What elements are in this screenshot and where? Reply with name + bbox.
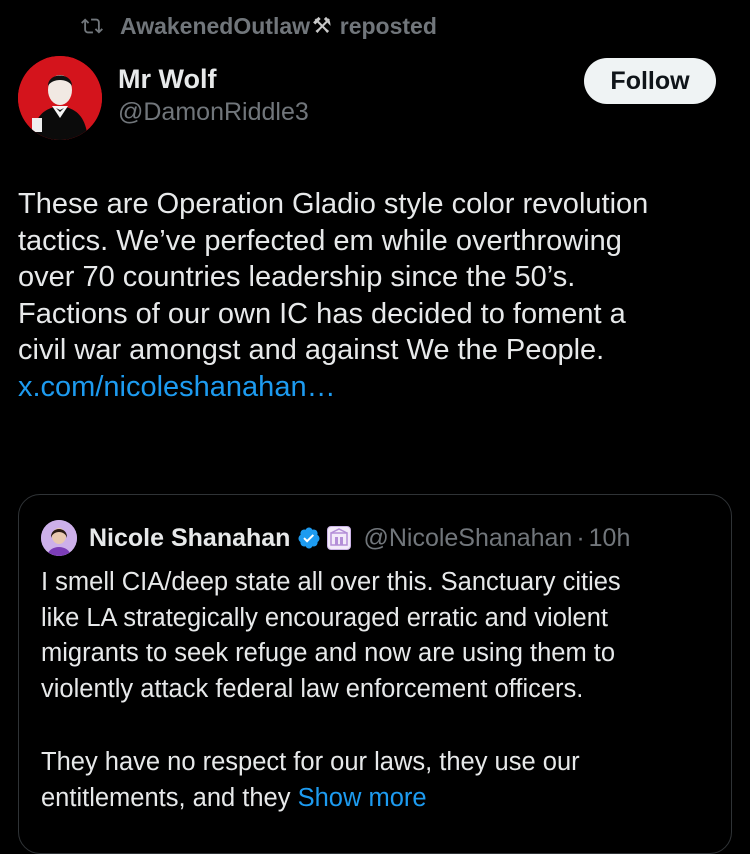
quoted-line: like LA strategically encouraged erratic… (41, 603, 608, 632)
show-more-link[interactable]: Show more (298, 784, 427, 812)
separator-dot: · (576, 523, 585, 552)
repost-icon (81, 18, 103, 34)
tweet-line: civil war amongst and against We the Peo… (18, 334, 605, 366)
repost-label: reposted (339, 12, 437, 39)
follow-button[interactable]: Follow (584, 58, 716, 104)
verified-badge-icon[interactable] (297, 526, 321, 550)
quoted-last-line: entitlements, and they Show more (41, 781, 721, 817)
repost-indicator[interactable]: AwakenedOutlaw ⚒ reposted (78, 10, 437, 42)
tweet-text: These are Operation Gladio style color r… (18, 186, 734, 405)
avatar-image (18, 56, 102, 140)
repost-username[interactable]: AwakenedOutlaw (120, 13, 310, 40)
hammer-pick-icon: ⚒ (312, 13, 332, 38)
quoted-avatar-image (41, 520, 77, 556)
author-name[interactable]: Mr Wolf (118, 62, 309, 96)
quoted-author-handle[interactable]: @NicoleShanahan (363, 524, 572, 553)
quoted-tweet-time[interactable]: 10h (589, 524, 631, 553)
affiliation-logo-icon (330, 528, 349, 546)
author-avatar[interactable] (18, 56, 102, 140)
tweet-line: tactics. We’ve perfected em while overth… (18, 224, 622, 257)
quoted-tweet-text: I smell CIA/deep state all over this. Sa… (41, 565, 721, 816)
quoted-author-name[interactable]: Nicole Shanahan (89, 524, 290, 553)
affiliation-badge-icon[interactable] (327, 526, 352, 550)
tweet-link[interactable]: x.com/nicoleshanahan… (18, 369, 734, 406)
quoted-author-avatar[interactable] (41, 520, 77, 556)
quoted-line: I smell CIA/deep state all over this. Sa… (41, 568, 621, 596)
tweet-line: These are Operation Gladio style color r… (18, 188, 649, 220)
quoted-line: violently attack federal law enforcement… (41, 674, 584, 703)
author-info[interactable]: Mr Wolf @DamonRiddle3 (118, 62, 309, 128)
quoted-line: They have no respect for our laws, they … (41, 748, 580, 776)
tweet-line: Factions of our own IC has decided to fo… (18, 297, 626, 330)
quoted-tweet-header: Nicole Shanahan @NicoleShanahan · 10h (41, 519, 630, 557)
quoted-tweet-card[interactable]: Nicole Shanahan @NicoleShanahan · 10h I … (18, 494, 732, 854)
quoted-line-text: entitlements, and they (41, 783, 291, 812)
tweet-line: over 70 countries leadership since the 5… (18, 261, 576, 293)
author-handle[interactable]: @DamonRiddle3 (118, 96, 309, 128)
quoted-line: migrants to seek refuge and now are usin… (41, 639, 616, 667)
